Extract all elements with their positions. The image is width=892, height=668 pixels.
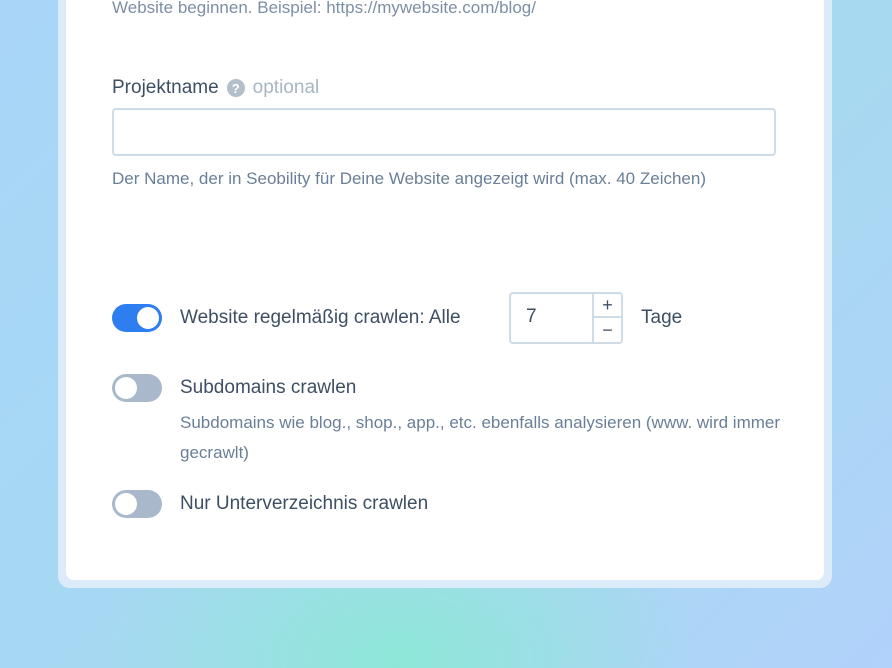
project-name-input[interactable]	[112, 108, 776, 156]
project-name-label-row: Projektname ? optional	[112, 76, 319, 100]
crawl-interval-stepper[interactable]: 7 + −	[509, 292, 623, 344]
toggle-knob	[137, 307, 159, 329]
help-icon[interactable]: ?	[226, 79, 245, 97]
decrement-button[interactable]: −	[594, 318, 621, 342]
regular-crawl-toggle[interactable]	[112, 304, 162, 332]
url-hint: Website beginnen. Beispiel: https://mywe…	[112, 0, 536, 17]
toggle-knob	[115, 493, 137, 515]
crawl-interval-unit: Tage	[641, 307, 683, 328]
subdomains-label: Subdomains crawlen	[180, 377, 357, 398]
increment-button[interactable]: +	[594, 294, 621, 318]
subdomains-hint: Subdomains wie blog., shop., app., etc. …	[180, 413, 781, 462]
project-name-hint: Der Name, der in Seobility für Deine Web…	[112, 169, 707, 188]
subdirectory-label: Nur Unterverzeichnis crawlen	[180, 493, 429, 514]
project-name-label: Projektname	[112, 77, 219, 98]
optional-tag: optional	[252, 77, 320, 98]
stepper-buttons: + −	[592, 294, 621, 342]
crawl-interval-value[interactable]: 7	[526, 306, 537, 328]
regular-crawl-label: Website regelmäßig crawlen: Alle	[180, 307, 461, 328]
toggle-knob	[115, 377, 137, 399]
subdirectory-toggle[interactable]	[112, 490, 162, 518]
subdomains-toggle[interactable]	[112, 374, 162, 402]
